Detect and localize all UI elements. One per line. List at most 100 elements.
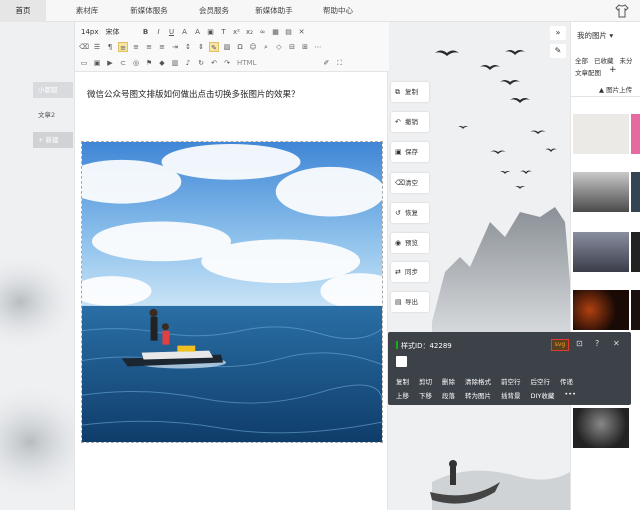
search-icon[interactable]: ⌕ <box>261 42 271 52</box>
collapse-icon[interactable]: » <box>550 26 566 40</box>
code-icon[interactable]: ◇ <box>274 42 284 52</box>
indent-icon[interactable]: ⇥ <box>170 42 180 52</box>
popup-blank-before[interactable]: 前空行 <box>501 376 521 386</box>
help-icon[interactable]: ? <box>595 339 599 348</box>
nav-media-service[interactable]: 新媒体服务 <box>126 0 172 22</box>
pen-icon[interactable]: ✎ <box>550 44 566 58</box>
image-thumb-1b[interactable] <box>631 114 640 154</box>
clear-button[interactable]: ⌫清空 <box>391 173 429 193</box>
fullscreen-icon[interactable]: ⛶ <box>334 58 344 68</box>
save-button[interactable]: ▣ 保存 <box>391 142 429 162</box>
image-align-icon[interactable]: ▨ <box>222 42 232 52</box>
emoji-icon[interactable]: ☺ <box>248 42 258 52</box>
map-icon[interactable]: ◎ <box>131 58 141 68</box>
popup-pass[interactable]: 传递 <box>560 376 573 386</box>
article-title[interactable]: 微信公众号图文排版如何做出点击切换多张图片的效果？ <box>87 88 300 100</box>
sync-button[interactable]: ⇄ 同步 <box>391 262 429 282</box>
image-thumb-1[interactable] <box>573 114 629 154</box>
popup-blank-after[interactable]: 后空行 <box>531 376 551 386</box>
image-thumb-3b[interactable] <box>631 232 640 272</box>
filter-article-images[interactable]: 文章配图 <box>575 67 601 77</box>
popup-copy[interactable]: 复制 <box>396 376 409 386</box>
popup-to-image[interactable]: 转为图片 <box>465 390 491 400</box>
image-thumb-2b[interactable] <box>631 172 640 212</box>
align-justify-icon[interactable]: ≡ <box>157 42 167 52</box>
italic-icon[interactable]: I <box>154 27 164 37</box>
bg-color-icon[interactable]: ▣ <box>206 27 216 37</box>
font-family-select[interactable]: 宋体 <box>104 27 138 37</box>
list-icon[interactable]: ☰ <box>92 42 102 52</box>
nav-material[interactable]: 素材库 <box>70 0 104 22</box>
align-left-icon[interactable]: ≡ <box>118 42 128 52</box>
undo-icon[interactable]: ↶ <box>209 58 219 68</box>
more-icon[interactable]: ⋯ <box>313 42 323 52</box>
lock-icon[interactable]: ⊡ <box>576 339 583 348</box>
attachment-icon[interactable]: ⊂ <box>118 58 128 68</box>
image-thumb-4[interactable] <box>573 290 629 330</box>
filter-all[interactable]: 全部 <box>575 55 588 65</box>
music-icon[interactable]: ♪ <box>183 58 193 68</box>
image-thumb-3[interactable] <box>573 232 629 272</box>
spacing-icon[interactable]: ⇕ <box>196 42 206 52</box>
close-icon[interactable]: ✕ <box>613 339 620 348</box>
superscript-icon[interactable]: x² <box>232 27 242 37</box>
font-color-icon[interactable]: A <box>193 27 203 37</box>
subscript-icon[interactable]: x₂ <box>245 27 255 37</box>
popup-cut[interactable]: 剪切 <box>419 376 432 386</box>
nav-home[interactable]: 首页 <box>0 0 46 22</box>
add-icon[interactable]: + <box>609 65 617 75</box>
nav-media-assistant[interactable]: 新媒体助手 <box>250 0 298 22</box>
strike-icon[interactable]: A <box>180 27 190 37</box>
new-doc-button[interactable]: + 新建 <box>33 132 73 148</box>
popup-more-icon[interactable]: ••• <box>564 390 576 400</box>
article-image[interactable] <box>81 141 383 443</box>
underline-icon[interactable]: U <box>167 27 177 37</box>
image-panel-title[interactable]: 我的图片 ▾ <box>577 30 613 41</box>
align-right-icon[interactable]: ≡ <box>144 42 154 52</box>
filter-favorites[interactable]: 已收藏 <box>594 55 614 65</box>
font-size-select[interactable]: 14px <box>79 28 101 36</box>
redo-icon[interactable]: ↻ <box>196 58 206 68</box>
split-icon[interactable]: ⊟ <box>287 42 297 52</box>
special-char-icon[interactable]: Ω <box>235 42 245 52</box>
template-icon[interactable]: ▥ <box>170 58 180 68</box>
html-button[interactable]: HTML <box>235 59 258 67</box>
flag-icon[interactable]: ⚑ <box>144 58 154 68</box>
remove-format-icon[interactable]: ✕ <box>297 27 307 37</box>
skin-icon[interactable] <box>614 3 630 19</box>
popup-delete[interactable]: 删除 <box>442 376 455 386</box>
image-thumb-4b[interactable] <box>631 290 640 330</box>
svg-button[interactable]: svg <box>551 339 569 351</box>
table-icon[interactable]: ▦ <box>271 27 281 37</box>
line-height-icon[interactable]: ↕ <box>183 42 193 52</box>
multi-image-icon[interactable]: ▣ <box>92 58 102 68</box>
popup-paragraph[interactable]: 段落 <box>442 390 455 400</box>
copy-button[interactable]: ⧉ 复制 <box>391 82 429 102</box>
doc-tab-second[interactable]: 文章2 <box>33 107 73 123</box>
export-button[interactable]: ▤ 导出 <box>391 292 429 312</box>
popup-move-up[interactable]: 上移 <box>396 390 409 400</box>
align-center-icon[interactable]: ≡ <box>131 42 141 52</box>
restore-button[interactable]: ↺ 恢复 <box>391 203 429 223</box>
bold-icon[interactable]: B <box>141 27 151 37</box>
popup-clear-format[interactable]: 清除格式 <box>465 376 491 386</box>
video-icon[interactable]: ▶ <box>105 58 115 68</box>
format-icon[interactable]: T <box>219 27 229 37</box>
image-thumb-2[interactable] <box>573 172 629 212</box>
grid-icon[interactable]: ▤ <box>284 27 294 37</box>
image-icon[interactable]: ▭ <box>79 58 89 68</box>
link-icon[interactable]: ∞ <box>258 27 268 37</box>
paragraph-icon[interactable]: ¶ <box>105 42 115 52</box>
doc-tab-current[interactable]: 小都都 <box>33 82 73 98</box>
table-insert-icon[interactable]: ⊞ <box>300 42 310 52</box>
filter-uncategorized[interactable]: 未分 <box>620 55 633 65</box>
color-swatch[interactable] <box>396 356 407 367</box>
nav-member-service[interactable]: 会员服务 <box>194 0 234 22</box>
popup-insert-bg[interactable]: 插背景 <box>501 390 521 400</box>
image-thumb-5[interactable] <box>573 408 629 448</box>
redo-arrow-icon[interactable]: ↷ <box>222 58 232 68</box>
preview-button[interactable]: ◉ 预览 <box>391 233 429 253</box>
undo-button[interactable]: ↶ 撤销 <box>391 112 429 132</box>
popup-move-down[interactable]: 下移 <box>419 390 432 400</box>
upload-button[interactable]: ▲ 图片上传 <box>599 84 632 94</box>
